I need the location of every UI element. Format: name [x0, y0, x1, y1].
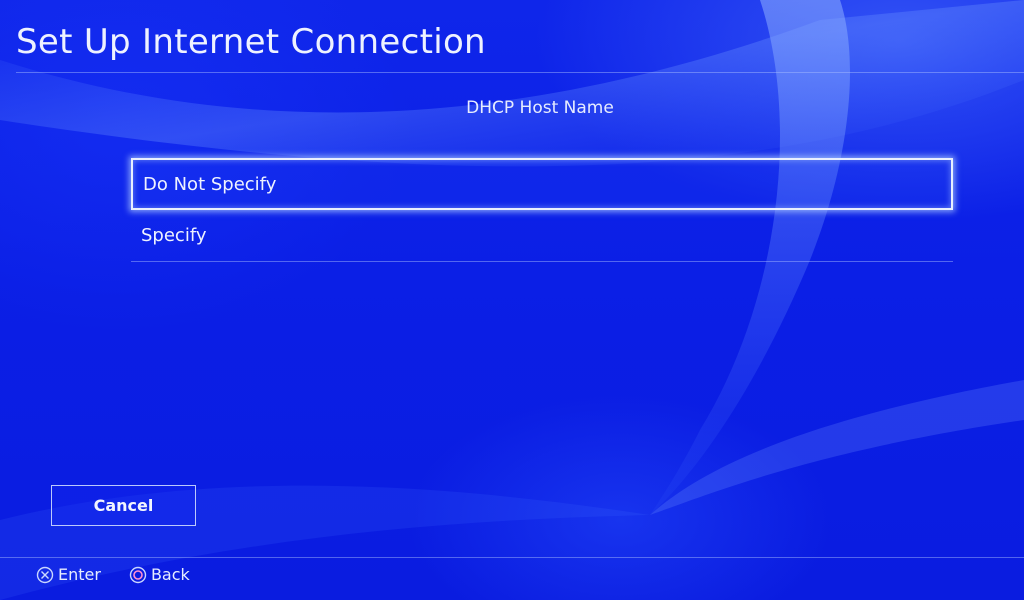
title-divider [16, 72, 1024, 73]
enter-hint: Enter [36, 565, 101, 584]
back-hint: Back [129, 565, 190, 584]
circle-button-icon [129, 566, 147, 584]
cancel-button[interactable]: Cancel [51, 485, 196, 526]
page-title: Set Up Internet Connection [16, 22, 486, 62]
option-label: Do Not Specify [143, 173, 277, 195]
cross-button-icon [36, 566, 54, 584]
option-specify[interactable]: Specify [131, 210, 953, 262]
footer-divider [0, 557, 1024, 558]
option-label: Specify [141, 225, 207, 246]
option-do-not-specify[interactable]: Do Not Specify [131, 158, 953, 210]
enter-label: Enter [58, 565, 101, 584]
option-list: Do Not Specify Specify [131, 158, 953, 262]
back-label: Back [150, 565, 190, 584]
section-heading: DHCP Host Name [466, 98, 614, 118]
controller-hints: Enter Back [36, 565, 218, 584]
